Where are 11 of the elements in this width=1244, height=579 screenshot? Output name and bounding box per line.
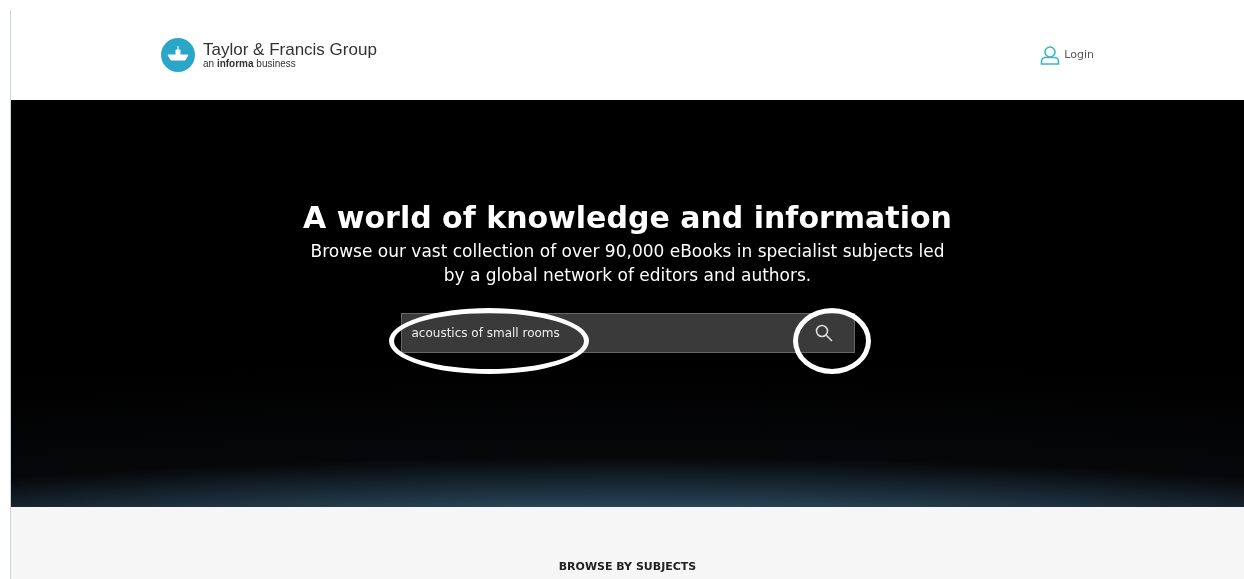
search-field[interactable]: acoustics of small rooms xyxy=(400,312,855,353)
login-link[interactable]: Login xyxy=(1040,45,1094,65)
ship-logo-icon xyxy=(161,38,195,72)
user-icon xyxy=(1040,45,1061,65)
section-heading: BROWSE BY SUBJECTS xyxy=(557,559,698,575)
search-input[interactable]: acoustics of small rooms xyxy=(401,313,794,352)
brand-name: Taylor & Francis Group xyxy=(203,40,377,58)
hero-title: A world of knowledge and information xyxy=(302,200,953,236)
search-icon xyxy=(814,324,833,343)
hero-subtitle: Browse our vast collection of over 90,000 eBooks in specialist subjects led by a global network of editors and authors. xyxy=(309,240,946,287)
brand-tagline: an informa business xyxy=(203,57,297,70)
